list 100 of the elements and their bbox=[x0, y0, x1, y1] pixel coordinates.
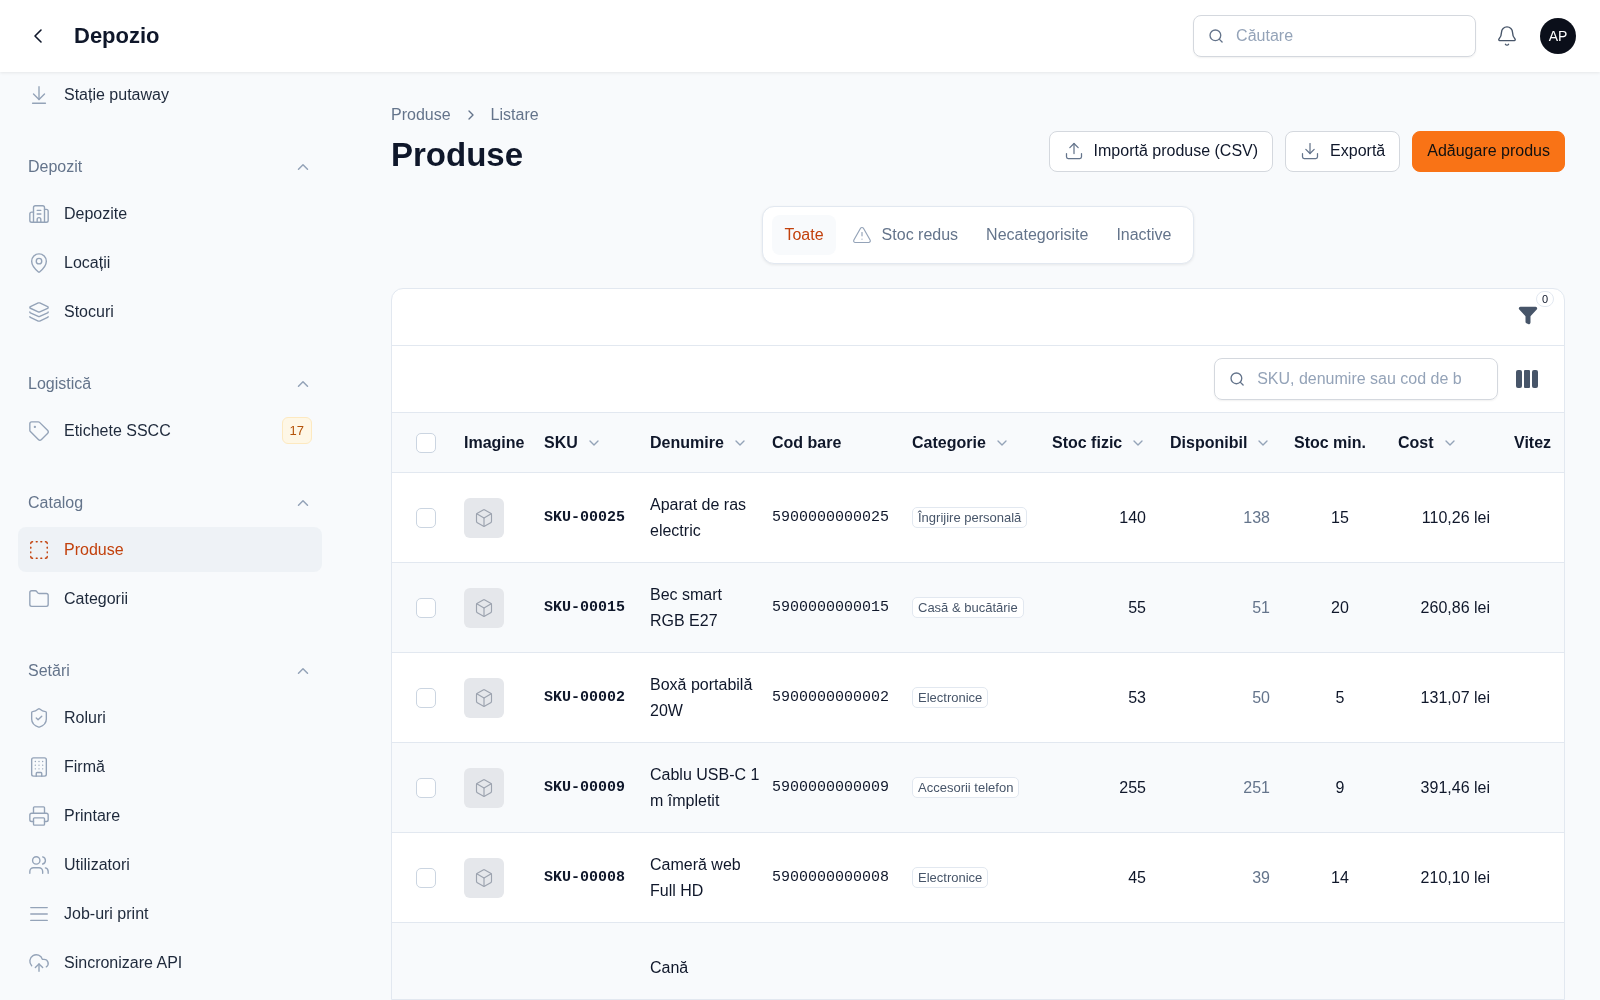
table-cell-text: 140 bbox=[1118, 508, 1147, 527]
sidebar-item[interactable]: Produse bbox=[18, 527, 322, 572]
breadcrumb-link[interactable]: Listare bbox=[490, 106, 539, 124]
table-cell-text: 50 bbox=[1251, 688, 1271, 707]
table-cell-text: 9 bbox=[1334, 778, 1346, 797]
filter-tab[interactable]: Stoc redus bbox=[839, 215, 971, 255]
bell-icon[interactable] bbox=[1496, 25, 1518, 47]
search-icon bbox=[1229, 370, 1246, 388]
column-header[interactable]: Cost bbox=[1398, 433, 1514, 452]
table-cell-text: SKU-00008 bbox=[544, 869, 626, 886]
column-header[interactable]: Cod bare bbox=[772, 433, 912, 452]
count-badge: 17 bbox=[281, 417, 312, 444]
column-header[interactable]: Denumire bbox=[650, 433, 772, 452]
row-checkbox[interactable] bbox=[416, 687, 436, 708]
section-title: Catalog bbox=[28, 494, 84, 512]
category-tag: Îngrijire personală bbox=[912, 507, 1028, 528]
filter-icon[interactable] bbox=[1518, 305, 1538, 325]
search-field[interactable]: Căutare bbox=[1234, 26, 1461, 46]
row-checkbox[interactable] bbox=[416, 777, 436, 798]
table-cell-text: 251 bbox=[1242, 778, 1271, 797]
import-button[interactable]: Importă produse (CSV) bbox=[1048, 130, 1274, 172]
table-cell-text: 55 bbox=[1127, 598, 1147, 617]
nav-icon bbox=[28, 419, 50, 442]
sidebar-item[interactable]: Firmă bbox=[18, 744, 322, 789]
user-avatar[interactable]: AP bbox=[1540, 18, 1576, 54]
page-title: Produse bbox=[391, 136, 525, 174]
category-tag: Electronice bbox=[912, 687, 989, 708]
category-tag: Casă & bucătărie bbox=[912, 597, 1024, 618]
add-button[interactable]: Adăugare produs bbox=[1412, 130, 1565, 172]
upload-icon bbox=[1063, 141, 1084, 161]
table-cell-text: 15 bbox=[1330, 508, 1350, 527]
column-header[interactable]: Stoc min. bbox=[1294, 433, 1398, 452]
table-cell-text: 45 bbox=[1127, 868, 1147, 887]
table-cell-text: SKU-00025 bbox=[544, 509, 626, 526]
sidebar-item[interactable]: Job-uri print bbox=[18, 891, 322, 936]
sidebar-item[interactable]: Stocuri bbox=[18, 289, 322, 334]
nav-icon bbox=[28, 853, 50, 876]
table-cell-text: 20 bbox=[1330, 598, 1350, 617]
column-header[interactable]: Disponibil bbox=[1170, 433, 1294, 452]
table-cell-text: Cană bbox=[650, 957, 690, 978]
nav-icon bbox=[28, 804, 50, 827]
section-header[interactable]: Depozit bbox=[18, 147, 322, 187]
column-header[interactable]: Imagine bbox=[464, 433, 544, 452]
nav-icon bbox=[28, 951, 50, 974]
column-header[interactable]: Vitez bbox=[1514, 433, 1564, 452]
table-cell-text: 51 bbox=[1251, 598, 1271, 617]
row-checkbox[interactable] bbox=[416, 867, 436, 888]
sidebar-item[interactable]: Locații bbox=[18, 240, 322, 285]
nav-icon bbox=[28, 251, 50, 274]
sidebar-item[interactable]: Categorii bbox=[18, 576, 322, 621]
search-box[interactable]: Căutare bbox=[1193, 15, 1476, 57]
image-placeholder bbox=[464, 857, 504, 898]
table-cell-text: Aparat de ras electric bbox=[650, 494, 748, 541]
filter-tab[interactable]: Necategorisite bbox=[974, 215, 1101, 255]
table-cell-text: 5900000000008 bbox=[772, 869, 891, 886]
table-search-box[interactable]: SKU, denumire sau cod de b bbox=[1214, 358, 1498, 400]
filter-tab[interactable]: Toate bbox=[772, 215, 836, 255]
table-search-field[interactable]: SKU, denumire sau cod de b bbox=[1255, 369, 1483, 389]
table-cell-text: Cameră web Full HD bbox=[650, 854, 742, 901]
table-cell-text: SKU-00015 bbox=[544, 599, 626, 616]
sidebar-item[interactable]: Printare bbox=[18, 793, 322, 838]
column-header[interactable]: Stoc fizic bbox=[1052, 433, 1170, 452]
sidebar-item[interactable]: Stație putaway bbox=[18, 72, 322, 117]
sidebar-item[interactable]: Roluri bbox=[18, 695, 322, 740]
column-header[interactable]: Categorie bbox=[912, 433, 1052, 452]
nav-icon bbox=[28, 538, 50, 561]
table-cell-text: 110,26 lei bbox=[1420, 508, 1491, 527]
section-header[interactable]: Catalog bbox=[18, 483, 322, 523]
category-tag: Accesorii telefon bbox=[912, 777, 1020, 798]
columns-icon[interactable] bbox=[1516, 370, 1538, 388]
section-header[interactable]: Setări bbox=[18, 651, 322, 691]
sidebar-item[interactable]: Depozite bbox=[18, 191, 322, 236]
row-checkbox[interactable] bbox=[416, 597, 436, 618]
column-header[interactable]: SKU bbox=[544, 433, 650, 452]
table-cell-text: 255 bbox=[1118, 778, 1147, 797]
table-cell-text: Boxă portabilă 20W bbox=[650, 674, 754, 721]
select-all-checkbox[interactable] bbox=[416, 432, 436, 453]
nav-icon bbox=[28, 300, 50, 323]
export-button[interactable]: Exportă bbox=[1285, 130, 1401, 172]
filter-tab[interactable]: Inactive bbox=[1104, 215, 1184, 255]
table-cell-text: 138 bbox=[1242, 508, 1271, 527]
image-placeholder bbox=[464, 587, 504, 628]
table-cell-text: 5900000000009 bbox=[772, 779, 891, 796]
table-cell-text: 5900000000002 bbox=[772, 689, 891, 706]
table-cell-text: 5 bbox=[1334, 688, 1346, 707]
image-placeholder bbox=[464, 767, 504, 808]
table-cell-text: 391,46 lei bbox=[1419, 778, 1491, 797]
sidebar-item[interactable]: Sincronizare API bbox=[18, 940, 322, 985]
sidebar-item[interactable]: Utilizatori bbox=[18, 842, 322, 887]
table-cell-text: SKU-00002 bbox=[544, 689, 626, 706]
section-title: Setări bbox=[28, 662, 70, 680]
section-header[interactable]: Logistică bbox=[18, 364, 322, 404]
breadcrumb-link[interactable]: Produse bbox=[391, 106, 451, 124]
table-cell-text: 39 bbox=[1251, 868, 1271, 887]
image-placeholder bbox=[464, 677, 504, 718]
app-title: Depozio bbox=[74, 23, 161, 49]
table-cell-text: 14 bbox=[1330, 868, 1350, 887]
nav-icon bbox=[28, 755, 50, 778]
row-checkbox[interactable] bbox=[416, 507, 436, 528]
sidebar-item[interactable]: Etichete SSCC 17 bbox=[18, 408, 322, 453]
